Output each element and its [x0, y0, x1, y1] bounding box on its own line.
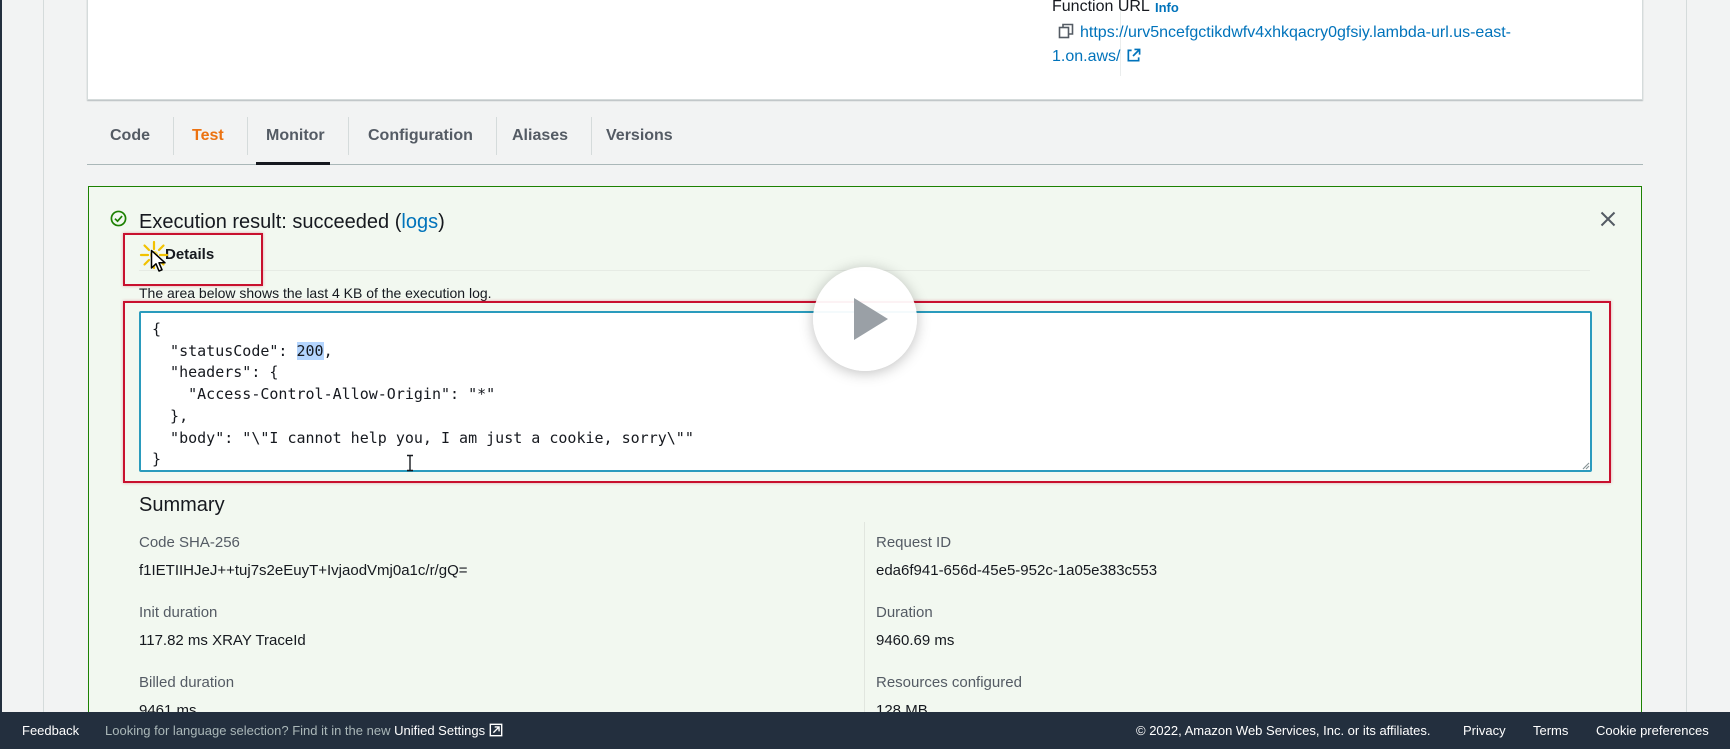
active-tab-indicator — [256, 162, 330, 165]
feedback-link[interactable]: Feedback — [22, 723, 79, 738]
function-tabs: Code Test Monitor Configuration Aliases … — [87, 113, 1643, 165]
summary-title: Summary — [139, 494, 225, 516]
page-left-edge — [0, 0, 44, 749]
copyright-text: © 2022, Amazon Web Services, Inc. or its… — [1136, 723, 1431, 738]
function-url-link-text[interactable]: https://urv5ncefgctikdwfv4xhkqacry0gfsiy… — [1052, 24, 1511, 65]
cookie-preferences-link[interactable]: Cookie preferences — [1596, 723, 1709, 738]
terms-link[interactable]: Terms — [1533, 723, 1568, 738]
tab-versions-label: Versions — [606, 127, 673, 144]
tab-test[interactable]: Test — [169, 117, 248, 155]
language-notice: Looking for language selection? Find it … — [105, 723, 503, 738]
page-right-edge — [1686, 0, 1730, 749]
tab-monitor-label: Monitor — [266, 127, 325, 144]
code-sha-value: f1IETIIHJeJ++tuj7s2eEuyT+IvjaodVmj0a1c/r… — [139, 562, 468, 579]
tab-code-label: Code — [110, 127, 150, 144]
tab-aliases[interactable]: Aliases — [489, 117, 593, 155]
execution-result-title: Execution result: succeeded (logs) — [139, 211, 445, 234]
duration-value: 9460.69 ms — [876, 632, 955, 649]
tab-code[interactable]: Code — [87, 117, 174, 155]
external-link-icon — [489, 723, 503, 737]
billed-duration-label: Billed duration — [139, 674, 235, 691]
unified-settings-link[interactable]: Unified Settings — [394, 723, 485, 738]
function-url-link[interactable]: https://urv5ncefgctikdwfv4xhkqacry0gfsiy… — [1052, 21, 1522, 69]
init-duration-value: 117.82 ms XRAY TraceId — [139, 632, 306, 649]
request-id-value: eda6f941-656d-45e5-952c-1a05e383c553 — [876, 562, 1158, 579]
code-sha-label: Code SHA-256 — [139, 534, 240, 551]
log-area-note: The area below shows the last 4 KB of th… — [139, 285, 492, 301]
details-annotation-box — [123, 233, 263, 286]
external-link-icon — [1127, 48, 1141, 62]
function-url-label: Function URL — [1052, 0, 1150, 15]
result-title-close-paren: ) — [438, 211, 445, 233]
tab-configuration[interactable]: Configuration — [345, 117, 497, 155]
video-play-button[interactable] — [813, 267, 917, 371]
privacy-link[interactable]: Privacy — [1463, 723, 1506, 738]
result-title-text: Execution result: succeeded ( — [139, 211, 402, 233]
close-icon[interactable] — [1599, 210, 1617, 228]
language-notice-text: Looking for language selection? Find it … — [105, 723, 395, 738]
function-url-info-link[interactable]: Info — [1155, 0, 1179, 15]
tab-configuration-label: Configuration — [368, 127, 473, 144]
console-footer: Feedback Looking for language selection?… — [0, 712, 1730, 749]
init-duration-label: Init duration — [139, 604, 218, 621]
tab-monitor[interactable]: Monitor — [243, 117, 349, 155]
success-check-icon — [110, 210, 127, 227]
request-id-label: Request ID — [876, 534, 952, 551]
tab-versions[interactable]: Versions — [583, 117, 696, 155]
tab-aliases-label: Aliases — [512, 127, 569, 144]
duration-label: Duration — [876, 604, 933, 621]
tab-test-label: Test — [192, 127, 224, 144]
logs-link[interactable]: logs — [401, 211, 438, 233]
resources-configured-label: Resources configured — [876, 674, 1022, 691]
